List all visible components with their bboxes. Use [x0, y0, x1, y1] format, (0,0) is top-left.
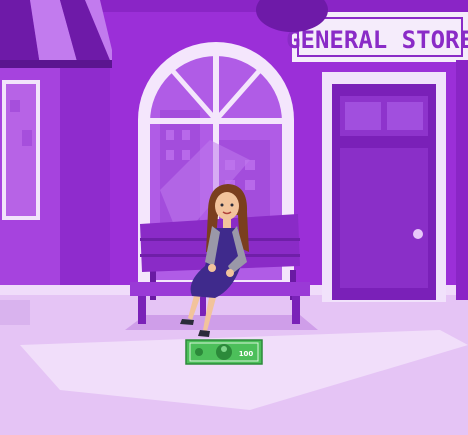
left-shoe: [180, 319, 194, 325]
bench-shadow: [125, 315, 318, 330]
right-hand: [226, 269, 234, 277]
ground-tile: [0, 300, 30, 325]
window-reflection: [22, 130, 32, 146]
game-scene: GENERAL STORE 100: [0, 0, 468, 435]
store-door[interactable]: [322, 72, 446, 302]
face: [215, 192, 239, 220]
scene-canvas: GENERAL STORE 100: [0, 0, 468, 435]
right-wall-edge: [456, 60, 468, 300]
store-sign-text: GENERAL STORE: [286, 26, 468, 54]
window-reflection: [10, 100, 20, 112]
right-shoe: [198, 330, 210, 337]
store-awning: [0, 0, 112, 68]
left-hand: [208, 264, 216, 272]
banknote-value: 100: [239, 350, 254, 358]
left-pillar: [60, 60, 110, 300]
door-knob[interactable]: [413, 229, 423, 239]
